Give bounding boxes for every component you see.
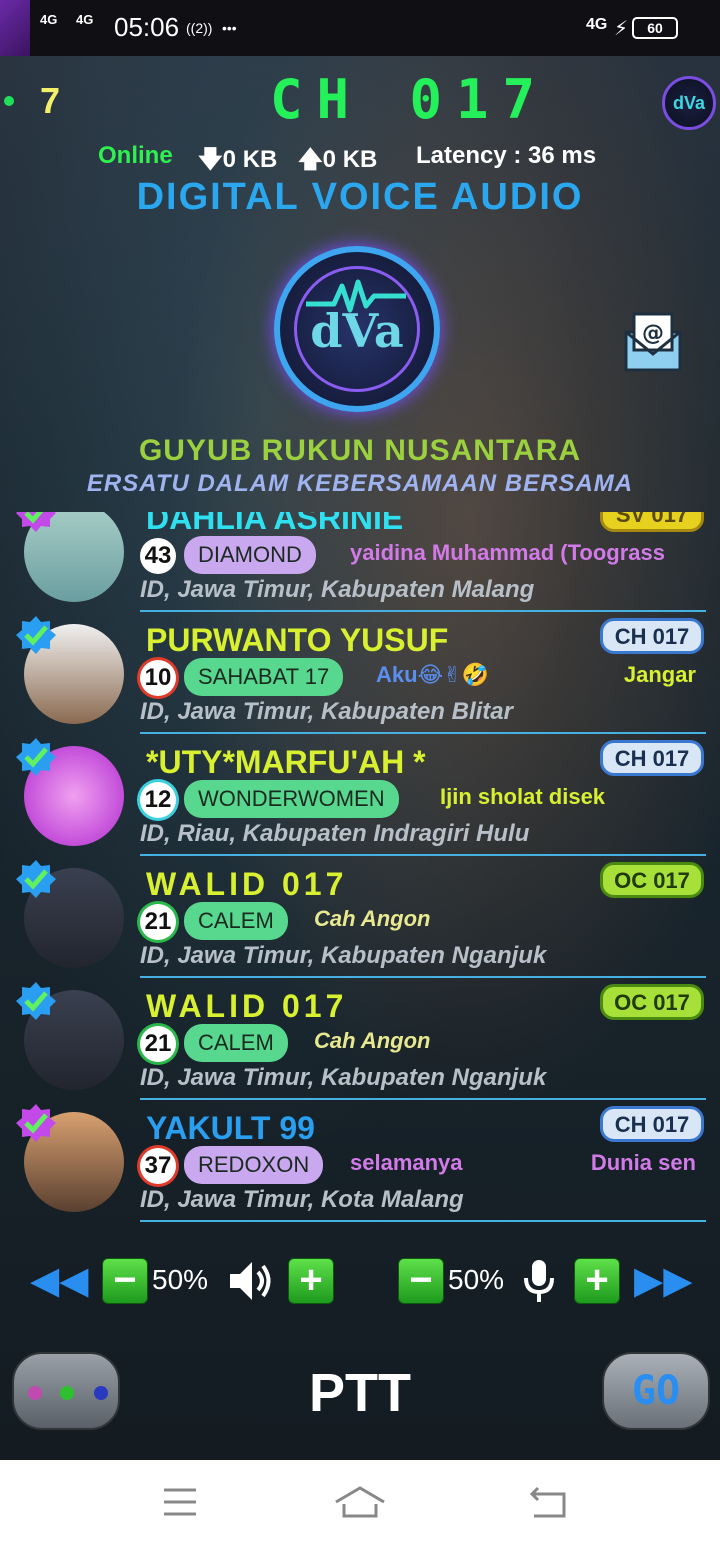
user-name: *UTY*MARFU'AH * — [146, 744, 426, 780]
speaker-volume-value: 50% — [152, 1264, 209, 1295]
user-location: ID, Jawa Timur, Kota Malang — [140, 1186, 464, 1213]
speaker-volume-up-button[interactable]: + — [288, 1258, 334, 1304]
user-channel-badge: SV 017 — [600, 512, 704, 532]
system-nav-bar — [0, 1460, 720, 1544]
battery-indicator: 60 — [632, 17, 678, 39]
user-rank-badge: DIAMOND — [184, 536, 316, 574]
online-count: 7 — [40, 80, 61, 121]
user-level: 21 — [140, 1026, 176, 1062]
latency-label: Latency : 36 ms — [416, 142, 597, 169]
user-location: ID, Jawa Timur, Kabupaten Blitar — [140, 698, 513, 725]
mic-volume-up-button[interactable]: + — [574, 1258, 620, 1304]
status-time: 05:06 — [114, 12, 180, 42]
user-status-text: yaidina Muhammad (Toograss — [350, 540, 665, 565]
recent-apps-icon[interactable] — [150, 1484, 210, 1520]
verified-check-icon — [16, 738, 56, 776]
list-item[interactable]: YAKULT 99 CH 017 37 REDOXON selamanya Du… — [0, 1102, 720, 1224]
user-location: ID, Jawa Timur, Kabupaten Malang — [140, 576, 535, 603]
slogan-secondary: ERSATU DALAM KEBERSAMAAN BERSAMA — [86, 470, 634, 497]
user-location: ID, Riau, Kabupaten Indragiri Hulu — [140, 820, 530, 847]
list-item[interactable]: WALID 017 OC 017 21 CALEM Cah Angon ID, … — [0, 980, 720, 1102]
user-status-text: selamanya — [350, 1150, 463, 1175]
user-list[interactable]: DAHLIA ASRINIE SV 017 43 DIAMOND yaidina… — [0, 512, 720, 1230]
user-channel-badge: OC 017 — [600, 862, 704, 898]
speaker-icon — [230, 1262, 271, 1300]
user-status-secondary: Dunia sen — [590, 1150, 696, 1175]
go-button[interactable]: GO — [602, 1352, 710, 1430]
list-item[interactable]: PURWANTO YUSUF CH 017 10 SAHABAT 17 Aku😂… — [0, 614, 720, 736]
list-item[interactable]: DAHLIA ASRINIE SV 017 43 DIAMOND yaidina… — [0, 512, 720, 614]
logo-text: dVa — [310, 304, 404, 358]
user-rank-badge: WONDERWOMEN — [184, 780, 399, 818]
signal-1-label: 4G — [40, 12, 58, 27]
svg-text:@: @ — [642, 321, 664, 346]
user-status-secondary: Jangar — [623, 662, 696, 687]
user-channel-badge: CH 017 — [600, 1106, 704, 1142]
next-channel-button[interactable]: ▶▶ — [634, 1258, 692, 1303]
mail-icon[interactable]: @ — [622, 310, 684, 374]
verified-check-icon — [16, 1104, 56, 1142]
user-level: 10 — [140, 660, 176, 696]
user-name: DAHLIA ASRINIE — [146, 512, 404, 536]
list-item[interactable]: WALID 017 OC 017 21 CALEM Cah Angon ID, … — [0, 858, 720, 980]
user-name: PURWANTO YUSUF — [146, 622, 449, 658]
previous-channel-button[interactable]: ◀◀ — [30, 1258, 88, 1303]
app-title: DIGITAL VOICE AUDIO — [136, 176, 584, 218]
network-icon: 4G — [586, 16, 608, 33]
row-divider — [140, 1220, 706, 1222]
verified-check-icon — [16, 512, 56, 532]
user-rank-badge: CALEM — [184, 902, 288, 940]
hotspot-icon: ((2)) — [186, 20, 213, 36]
charging-icon: ⚡ — [614, 18, 629, 40]
user-rank-badge: REDOXON — [184, 1146, 324, 1184]
verified-check-icon — [16, 860, 56, 898]
user-level: 43 — [140, 538, 176, 574]
user-channel-badge: OC 017 — [600, 984, 704, 1020]
mic-volume-value: 50% — [448, 1264, 505, 1295]
user-status-text: Cah Angon — [314, 1028, 431, 1053]
row-divider — [140, 610, 706, 612]
row-divider — [140, 976, 706, 978]
online-dot-icon — [4, 96, 14, 106]
more-notifications-icon: ••• — [222, 20, 237, 36]
user-name: WALID 017 — [146, 988, 348, 1024]
user-location: ID, Jawa Timur, Kabupaten Nganjuk — [140, 942, 547, 969]
channel-display[interactable]: CH 017 — [270, 68, 549, 131]
mic-volume-down-button[interactable]: − — [398, 1258, 444, 1304]
user-name: WALID 017 — [146, 866, 348, 902]
user-level: 21 — [140, 904, 176, 940]
user-level: 37 — [140, 1148, 176, 1184]
row-divider — [140, 1098, 706, 1100]
user-level: 12 — [140, 782, 176, 818]
status-bar: 4G 4G 05:06 ((2)) ••• 4G ⚡ 60 — [0, 0, 720, 56]
user-location: ID, Jawa Timur, Kabupaten Nganjuk — [140, 1064, 547, 1091]
slogan-primary: GUYUB RUKUN NUSANTARA — [138, 434, 582, 467]
user-channel-badge: CH 017 — [600, 618, 704, 654]
user-rank-badge: SAHABAT 17 — [184, 658, 344, 696]
user-status-text: Cah Angon — [314, 906, 431, 931]
signal-2-label: 4G — [76, 12, 94, 27]
user-status-text: Ijin sholat disek — [440, 784, 606, 809]
home-icon[interactable] — [330, 1484, 390, 1520]
user-name: YAKULT 99 — [146, 1110, 315, 1146]
user-rank-badge: CALEM — [184, 1024, 288, 1062]
app-screen: 4G 4G 05:06 ((2)) ••• 4G ⚡ 60 7 CH 017 d… — [0, 0, 720, 1460]
row-divider — [140, 854, 706, 856]
app-logo-icon[interactable]: dVa — [662, 76, 716, 130]
dva-logo: dVa — [274, 246, 440, 412]
verified-check-icon — [16, 982, 56, 1020]
user-status-text: Aku😂✌🤣 — [376, 662, 490, 687]
microphone-icon — [524, 1260, 554, 1302]
row-divider — [140, 732, 706, 734]
speaker-volume-down-button[interactable]: − — [102, 1258, 148, 1304]
verified-check-icon — [16, 616, 56, 654]
list-item[interactable]: *UTY*MARFU'AH * CH 017 12 WONDERWOMEN Ij… — [0, 736, 720, 858]
wallpaper-edge — [0, 0, 30, 56]
user-channel-badge: CH 017 — [600, 740, 704, 776]
connection-status: Online — [98, 142, 173, 169]
back-icon[interactable] — [518, 1484, 578, 1520]
